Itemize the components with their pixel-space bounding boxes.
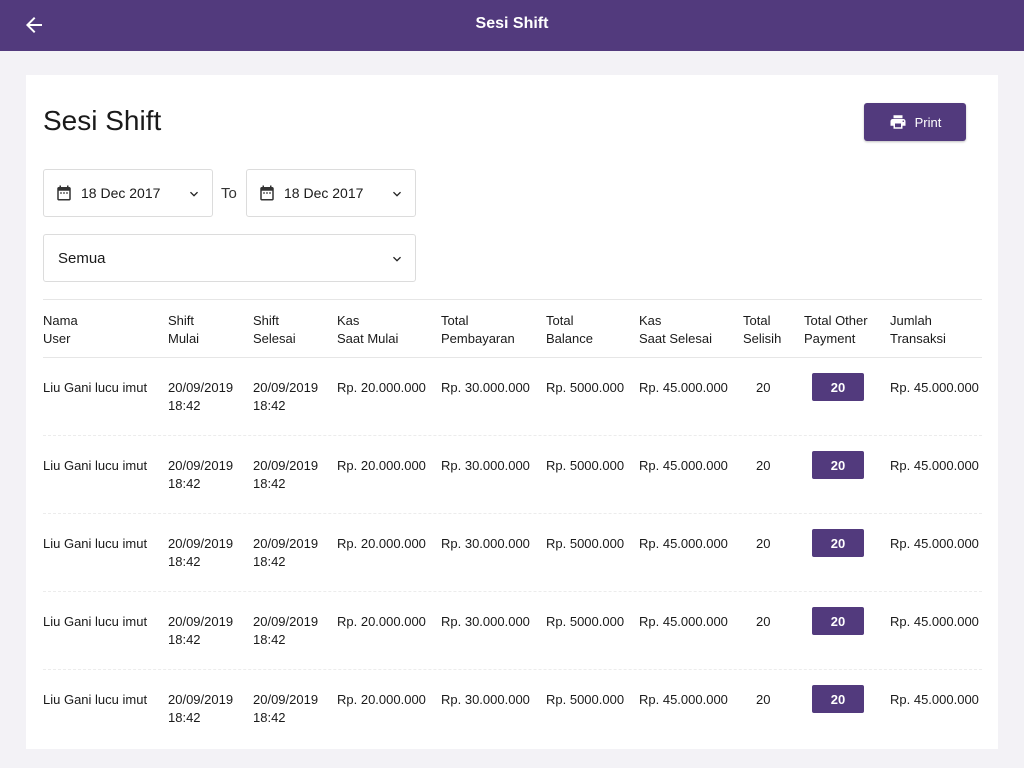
- calendar-icon: [260, 185, 274, 201]
- calendar-icon: [57, 185, 71, 201]
- cell-user: Liu Gani lucu imut: [43, 458, 148, 473]
- col-header: Kas Saat Mulai: [337, 313, 399, 346]
- col-header: Kas Saat Selesai: [639, 313, 712, 346]
- cell-user: Liu Gani lucu imut: [43, 692, 148, 707]
- cell-cash-start: Rp. 20.000.000: [337, 536, 426, 551]
- shift-table: Nama User Shift Mulai Shift Selesai Kas …: [43, 299, 982, 748]
- to-label: To: [221, 185, 237, 202]
- cell-user: Liu Gani lucu imut: [43, 536, 148, 551]
- col-header: Total Balance: [546, 313, 593, 346]
- status-filter-select[interactable]: Semua: [43, 234, 416, 282]
- chevron-down-icon: [393, 191, 401, 197]
- cell-shift-end: 20/09/2019 18:42: [253, 692, 319, 725]
- cell-total-payment: Rp. 30.000.000: [441, 458, 530, 473]
- other-payment-badge[interactable]: 20: [812, 685, 864, 713]
- cell-transaction-total: Rp. 45.000.000: [890, 380, 979, 395]
- cell-shift-start: 20/09/2019 18:42: [168, 458, 234, 491]
- cell-transaction-total: Rp. 45.000.000: [890, 692, 979, 707]
- print-button[interactable]: Print: [864, 103, 966, 141]
- date-from-value: 18 Dec 2017: [81, 185, 161, 201]
- other-payment-badge[interactable]: 20: [812, 607, 864, 635]
- table-row[interactable]: Liu Gani lucu imut 20/09/2019 18:42 20/0…: [43, 436, 982, 514]
- col-header: Nama User: [43, 313, 78, 346]
- cell-transaction-total: Rp. 45.000.000: [890, 536, 979, 551]
- cell-total-difference: 20: [756, 458, 771, 473]
- cell-total-balance: Rp. 5000.000: [546, 380, 625, 395]
- cell-total-difference: 20: [756, 380, 771, 395]
- cell-total-payment: Rp. 30.000.000: [441, 536, 530, 551]
- cell-shift-end: 20/09/2019 18:42: [253, 458, 319, 491]
- date-to-value: 18 Dec 2017: [284, 185, 364, 201]
- cell-cash-start: Rp. 20.000.000: [337, 458, 426, 473]
- cell-cash-end: Rp. 45.000.000: [639, 536, 728, 551]
- content-card: Sesi Shift Print 18 Dec 2017 To 18 Dec 2…: [26, 75, 998, 749]
- cell-shift-start: 20/09/2019 18:42: [168, 536, 234, 569]
- cell-total-balance: Rp. 5000.000: [546, 458, 625, 473]
- date-from-select[interactable]: 18 Dec 2017: [43, 169, 213, 217]
- cell-shift-end: 20/09/2019 18:42: [253, 536, 319, 569]
- top-bar: Sesi Shift: [0, 0, 1024, 51]
- cell-user: Liu Gani lucu imut: [43, 380, 148, 395]
- cell-total-balance: Rp. 5000.000: [546, 614, 625, 629]
- cell-total-difference: 20: [756, 536, 771, 551]
- table-row[interactable]: Liu Gani lucu imut 20/09/2019 18:42 20/0…: [43, 358, 982, 436]
- cell-total-balance: Rp. 5000.000: [546, 536, 625, 551]
- print-button-label: Print: [914, 114, 942, 130]
- col-header: Jumlah Transaksi: [890, 313, 946, 346]
- cell-shift-start: 20/09/2019 18:42: [168, 380, 234, 413]
- col-header: Shift Mulai: [168, 313, 200, 346]
- page-title: Sesi Shift: [43, 105, 162, 136]
- table-row[interactable]: Liu Gani lucu imut 20/09/2019 18:42 20/0…: [43, 514, 982, 592]
- date-to-select[interactable]: 18 Dec 2017: [246, 169, 416, 217]
- cell-shift-start: 20/09/2019 18:42: [168, 692, 234, 725]
- cell-cash-start: Rp. 20.000.000: [337, 614, 426, 629]
- col-header: Shift Selesai: [253, 313, 296, 346]
- table-row[interactable]: Liu Gani lucu imut 20/09/2019 18:42 20/0…: [43, 592, 982, 670]
- cell-cash-start: Rp. 20.000.000: [337, 692, 426, 707]
- cell-transaction-total: Rp. 45.000.000: [890, 614, 979, 629]
- cell-total-difference: 20: [756, 614, 771, 629]
- cell-shift-end: 20/09/2019 18:42: [253, 380, 319, 413]
- other-payment-badge[interactable]: 20: [812, 529, 864, 557]
- cell-shift-end: 20/09/2019 18:42: [253, 614, 319, 647]
- chevron-down-icon: [393, 256, 401, 262]
- printer-icon: [890, 115, 906, 129]
- header-title: Sesi Shift: [475, 15, 549, 32]
- cell-cash-end: Rp. 45.000.000: [639, 380, 728, 395]
- col-header: Total Other Payment: [804, 313, 868, 346]
- cell-total-payment: Rp. 30.000.000: [441, 692, 530, 707]
- cell-cash-end: Rp. 45.000.000: [639, 614, 728, 629]
- table-row[interactable]: Liu Gani lucu imut 20/09/2019 18:42 20/0…: [43, 670, 982, 748]
- cell-total-balance: Rp. 5000.000: [546, 692, 625, 707]
- cell-transaction-total: Rp. 45.000.000: [890, 458, 979, 473]
- cell-user: Liu Gani lucu imut: [43, 614, 148, 629]
- cell-cash-end: Rp. 45.000.000: [639, 692, 728, 707]
- cell-cash-start: Rp. 20.000.000: [337, 380, 426, 395]
- cell-total-payment: Rp. 30.000.000: [441, 614, 530, 629]
- cell-cash-end: Rp. 45.000.000: [639, 458, 728, 473]
- cell-shift-start: 20/09/2019 18:42: [168, 614, 234, 647]
- col-header: Total Pembayaran: [441, 313, 515, 346]
- chevron-down-icon: [190, 191, 198, 197]
- cell-total-payment: Rp. 30.000.000: [441, 380, 530, 395]
- status-filter-value: Semua: [58, 249, 106, 267]
- other-payment-badge[interactable]: 20: [812, 451, 864, 479]
- col-header: Total Selisih: [743, 313, 782, 346]
- table-header: Nama User Shift Mulai Shift Selesai Kas …: [43, 299, 982, 358]
- cell-total-difference: 20: [756, 692, 771, 707]
- other-payment-badge[interactable]: 20: [812, 373, 864, 401]
